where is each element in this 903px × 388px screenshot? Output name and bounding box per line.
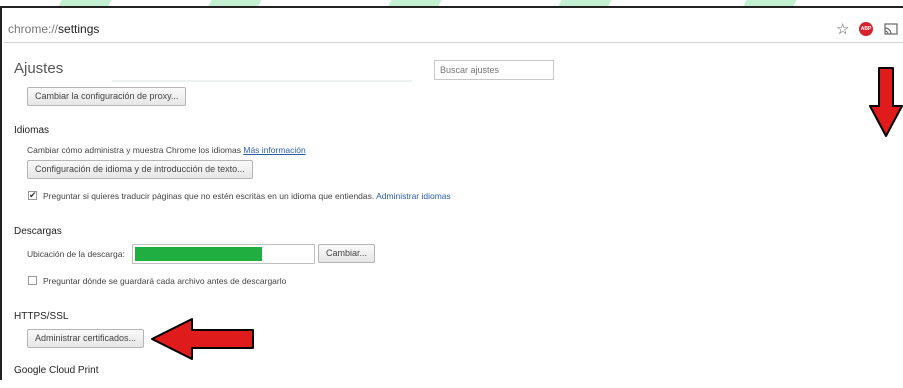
download-location-label: Ubicación de la descarga: — [27, 249, 125, 259]
languages-description: Cambiar cómo administra y muestra Chrome… — [27, 145, 306, 155]
cast-icon[interactable] — [884, 23, 898, 35]
manage-certificates-button[interactable]: Administrar certificados... — [27, 329, 145, 348]
more-info-link[interactable]: Más información — [243, 145, 305, 155]
annotation-arrow-down — [869, 67, 903, 137]
language-settings-button[interactable]: Configuración de idioma y de introducció… — [27, 160, 253, 179]
downloads-section-title: Descargas — [14, 226, 62, 237]
divider — [112, 80, 412, 82]
proxy-settings-button[interactable]: Cambiar la configuración de proxy... — [27, 87, 187, 106]
url-text[interactable]: chrome://settings — [8, 22, 99, 36]
address-bar[interactable]: chrome://settings ☆ ABP — [4, 16, 903, 43]
translate-checkbox[interactable]: ✔ — [28, 191, 37, 200]
search-input[interactable] — [434, 60, 554, 80]
languages-section-title: Idiomas — [14, 125, 50, 136]
https-section-title: HTTPS/SSL — [14, 311, 69, 322]
change-download-location-button[interactable]: Cambiar... — [318, 244, 376, 263]
redaction-bar — [135, 247, 262, 261]
annotation-arrow-left — [151, 318, 254, 360]
manage-languages-link[interactable]: Administrar idiomas — [376, 191, 451, 201]
browser-window: chrome://settings ☆ ABP Ajustes Cambiar … — [0, 6, 903, 380]
star-icon[interactable]: ☆ — [836, 20, 849, 38]
page-title: Ajustes — [14, 60, 64, 77]
adblock-icon[interactable]: ABP — [859, 22, 873, 36]
download-location-field[interactable] — [132, 244, 315, 264]
cloud-print-section-title: Google Cloud Print — [14, 365, 99, 376]
ask-download-checkbox-label: Preguntar dónde se guardará cada archivo… — [43, 276, 287, 286]
ask-download-checkbox[interactable] — [28, 276, 37, 285]
translate-checkbox-label: Preguntar si quieres traducir páginas qu… — [43, 191, 451, 201]
settings-page: Ajustes Cambiar la configuración de prox… — [2, 42, 903, 388]
